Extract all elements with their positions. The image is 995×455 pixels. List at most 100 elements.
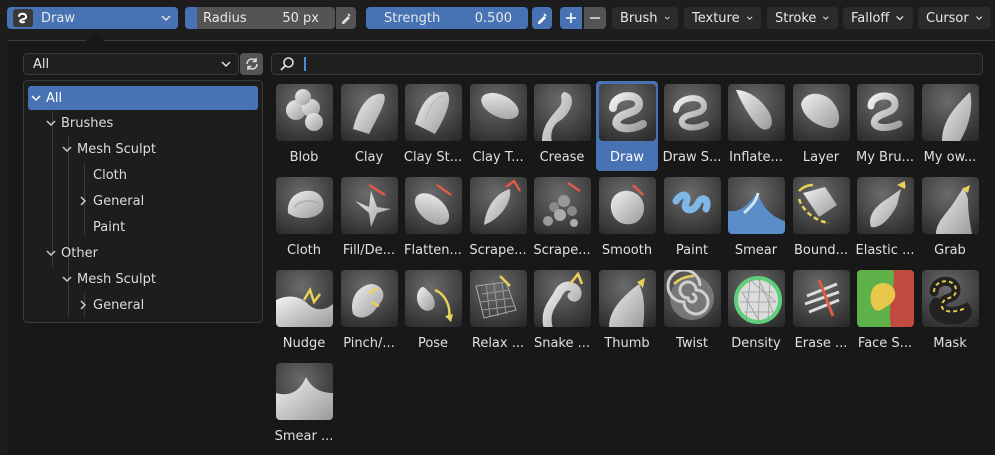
brush-tile-label: Snake ... <box>533 336 591 351</box>
tree-item-paint[interactable]: Paint <box>93 215 125 239</box>
brush-tile[interactable]: Thumb <box>596 267 658 357</box>
brush-tile[interactable]: Density <box>725 267 787 357</box>
brush-tile[interactable]: Bound... <box>790 174 852 264</box>
radius-slider-fill <box>185 7 197 29</box>
brush-selector-button[interactable]: Draw <box>7 7 178 29</box>
brush-tile[interactable]: Smear <box>725 174 787 264</box>
brush-tile-label: My ow... <box>923 150 977 165</box>
brush-tile[interactable]: Pose <box>402 267 464 357</box>
search-input[interactable] <box>308 54 968 74</box>
texture-menu[interactable]: Texture <box>684 7 761 29</box>
falloff-menu-label: Falloff <box>851 10 890 26</box>
brush-tile-label: Erase ... <box>794 336 848 351</box>
scrape-multiplane-brush-icon <box>534 177 591 234</box>
brush-tile-label: Density <box>731 336 781 351</box>
tree-item-label: Paint <box>93 219 126 235</box>
brush-tile[interactable]: Clay T... <box>467 81 529 171</box>
nudge-brush-icon <box>276 270 333 327</box>
tree-item-cloth[interactable]: Cloth <box>93 163 127 187</box>
direction-subtract-button[interactable] <box>584 7 606 29</box>
brush-tile[interactable]: Relax ... <box>467 267 529 357</box>
brush-tile[interactable]: Twist <box>661 267 723 357</box>
brush-tile[interactable]: My ow... <box>919 81 981 171</box>
brush-tile[interactable]: Grab <box>919 174 981 264</box>
refresh-button[interactable] <box>240 53 263 75</box>
cursor-menu-label: Cursor <box>926 10 969 26</box>
minus-icon <box>590 17 600 19</box>
blob-brush-icon <box>276 84 333 141</box>
tree-item-mesh-sculpt[interactable]: Mesh Sculpt <box>61 137 156 161</box>
brush-tile-label: Scrape... <box>533 243 591 258</box>
tree-item-brushes[interactable]: Brushes <box>45 111 113 135</box>
pen-pressure-icon <box>538 13 547 24</box>
brush-tile[interactable]: Face S... <box>854 267 916 357</box>
chevron-down-icon <box>62 146 72 153</box>
radius-label: Radius <box>203 10 247 26</box>
strength-pressure-toggle[interactable] <box>532 7 552 29</box>
search-icon <box>272 54 302 74</box>
tree-item-all[interactable]: All <box>28 86 258 110</box>
brush-tile[interactable]: Blob <box>273 81 335 171</box>
face-set-brush-icon <box>857 270 914 327</box>
tree-item-general-other[interactable]: General <box>77 293 144 317</box>
brush-tile-label: Flatten... <box>404 243 462 258</box>
brush-tile[interactable]: Fill/De... <box>338 174 400 264</box>
brush-tile[interactable]: Inflate... <box>725 81 787 171</box>
direction-add-button[interactable] <box>560 7 582 29</box>
density-brush-icon <box>728 270 785 327</box>
tree-item-label: All <box>46 90 63 106</box>
brush-tile-label: Thumb <box>604 336 650 351</box>
tool-header: Draw Radius 50 px Strength 0.500 Brush T… <box>0 0 995 38</box>
brush-tile[interactable]: Nudge <box>273 267 335 357</box>
brush-tile-label: Layer <box>802 150 840 165</box>
strength-field[interactable]: Strength 0.500 <box>366 7 528 29</box>
brush-tile[interactable]: Elastic ... <box>854 174 916 264</box>
brush-tile[interactable]: Smear ... <box>273 360 335 450</box>
brush-tile[interactable]: Flatten... <box>402 174 464 264</box>
brush-tile[interactable]: Paint <box>661 174 723 264</box>
stroke-menu[interactable]: Stroke <box>767 7 838 29</box>
brush-menu-label: Brush <box>620 10 658 26</box>
brush-tile[interactable]: My Bru... <box>854 81 916 171</box>
brush-tile[interactable]: Snake ... <box>531 267 593 357</box>
thumb-brush-icon <box>599 270 656 327</box>
popup-pointer <box>86 31 104 41</box>
brush-tile[interactable]: Layer <box>790 81 852 171</box>
radius-pressure-toggle[interactable] <box>336 7 356 29</box>
brush-tile[interactable]: Cloth <box>273 174 335 264</box>
brush-tile-label: Clay <box>354 150 384 165</box>
clay-brush-icon <box>341 84 398 141</box>
brush-tile[interactable]: Draw <box>596 81 658 171</box>
brush-tile-label: Relax ... <box>471 336 525 351</box>
text-caret <box>304 57 306 71</box>
brush-tile[interactable]: Smooth <box>596 174 658 264</box>
my-own-brush-icon <box>922 84 979 141</box>
brush-menu[interactable]: Brush <box>612 7 678 29</box>
tree-item-mesh-sculpt-other[interactable]: Mesh Sculpt <box>61 267 156 291</box>
brush-search[interactable] <box>271 53 983 75</box>
brush-tile-label: Blob <box>289 150 319 165</box>
brush-tile-label: Pose <box>417 336 449 351</box>
chevron-down-icon <box>823 16 830 20</box>
chevron-down-icon <box>46 250 56 257</box>
chevron-down-icon <box>31 95 41 102</box>
brush-tile-label: Mask <box>933 336 967 351</box>
falloff-menu[interactable]: Falloff <box>843 7 913 29</box>
brush-tile[interactable]: Scrape... <box>467 174 529 264</box>
brush-tile-label: Draw <box>610 150 644 165</box>
brush-tile[interactable]: Clay <box>338 81 400 171</box>
brush-tile[interactable]: Erase ... <box>790 267 852 357</box>
tree-item-other[interactable]: Other <box>45 241 98 265</box>
chevron-right-icon <box>80 196 87 206</box>
radius-field[interactable]: Radius 50 px <box>185 7 335 29</box>
my-brush-icon <box>857 84 914 141</box>
brush-tile[interactable]: Scrape... <box>531 174 593 264</box>
tree-item-general[interactable]: General <box>77 189 144 213</box>
brush-tile[interactable]: Pinch/... <box>338 267 400 357</box>
catalog-filter-select[interactable]: All <box>23 53 239 75</box>
cursor-menu[interactable]: Cursor <box>918 7 991 29</box>
brush-tile[interactable]: Draw S... <box>661 81 723 171</box>
brush-tile[interactable]: Mask <box>919 267 981 357</box>
brush-tile[interactable]: Clay St... <box>402 81 464 171</box>
brush-tile[interactable]: Crease <box>531 81 593 171</box>
